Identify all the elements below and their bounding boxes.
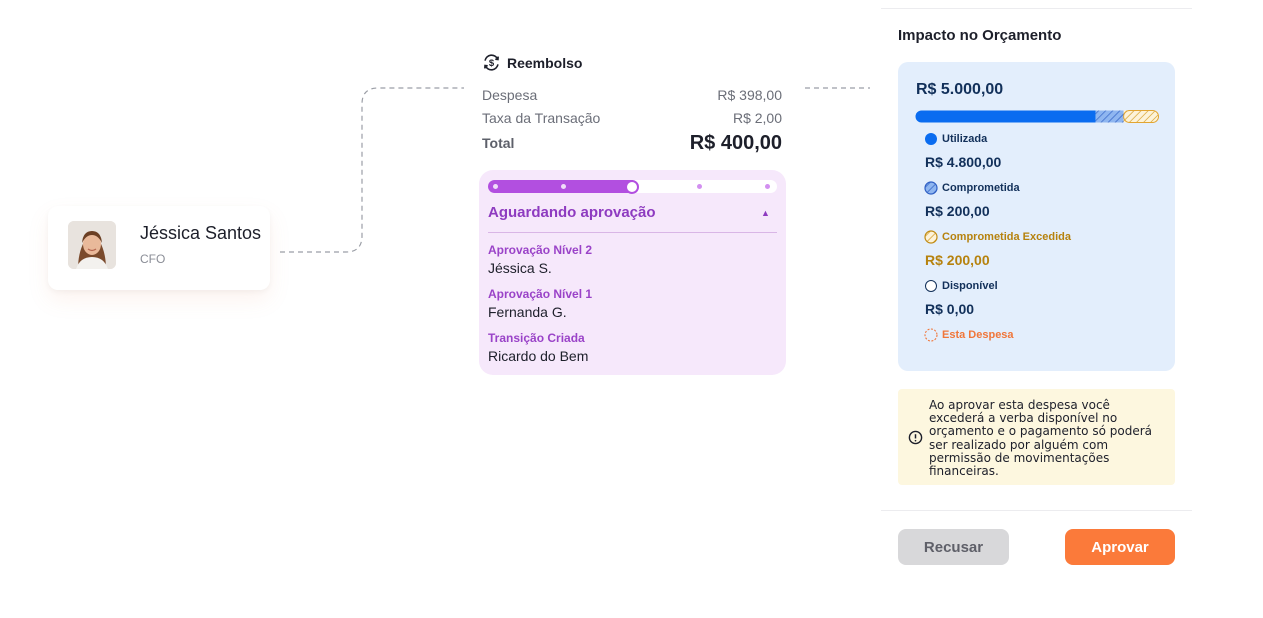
reject-button[interactable]: Recusar xyxy=(898,529,1009,565)
profile-name: Jéssica Santos xyxy=(140,223,262,243)
progress-current-marker xyxy=(625,179,639,194)
approval-step-approver: Ricardo do Bem xyxy=(488,348,589,364)
divider xyxy=(881,8,1192,9)
budget-impact-title: Impacto no Orçamento xyxy=(898,27,1062,44)
progress-step-dot xyxy=(697,184,702,189)
legend-label-this-expense: Esta Despesa xyxy=(942,329,1014,341)
budget-bar-committed xyxy=(1095,110,1124,123)
divider xyxy=(488,232,777,233)
divider xyxy=(881,510,1192,511)
approval-step-label: Aprovação Nível 2 xyxy=(488,243,593,257)
legend-label-used: Utilizada xyxy=(942,133,988,145)
svg-text:$: $ xyxy=(489,58,495,69)
legend-label-available: Disponível xyxy=(942,280,998,292)
legend-label-committed: Comprometida xyxy=(942,182,1020,194)
fee-label: Taxa da Transação xyxy=(482,110,601,126)
exceeded-legend-icon xyxy=(924,230,938,244)
approval-progress-bar xyxy=(488,179,777,194)
approval-step-approver: Jéssica S. xyxy=(488,260,552,276)
warning-icon xyxy=(908,430,923,445)
used-legend-icon xyxy=(925,133,937,145)
reimbursement-title: Reembolso xyxy=(507,54,583,71)
progress-step-dot xyxy=(493,184,498,189)
total-value: R$ 400,00 xyxy=(689,132,782,154)
budget-total: R$ 5.000,00 xyxy=(916,81,1004,98)
approval-step-approver: Fernanda G. xyxy=(488,304,567,320)
expense-value: R$ 398,00 xyxy=(717,87,782,103)
committed-legend-icon xyxy=(924,181,938,195)
warning-message: Ao aprovar esta despesa você excederá a … xyxy=(929,398,1152,479)
legend-value-committed: R$ 200,00 xyxy=(925,203,990,219)
budget-usage-bar xyxy=(915,110,1159,123)
approval-status: Aguardando aprovação xyxy=(488,204,656,221)
available-legend-icon xyxy=(925,280,937,292)
profile-role: CFO xyxy=(140,252,166,266)
budget-bar-used xyxy=(915,110,1096,123)
avatar xyxy=(68,221,116,269)
refund-icon: $ xyxy=(484,54,499,71)
legend-value-exceeded: R$ 200,00 xyxy=(925,252,990,268)
legend-value-used: R$ 4.800,00 xyxy=(925,154,1002,170)
expense-label: Despesa xyxy=(482,87,538,103)
profile-card: Jéssica Santos CFO xyxy=(48,206,270,290)
total-label: Total xyxy=(482,135,515,151)
budget-warning-alert: Ao aprovar esta despesa você excederá a … xyxy=(898,389,1175,485)
approval-step-label: Aprovação Nível 1 xyxy=(488,287,593,301)
approval-status-panel[interactable]: Aguardando aprovação ▲ Aprovação Nível 2… xyxy=(479,170,786,375)
fee-value: R$ 2,00 xyxy=(732,110,782,126)
chevron-up-icon[interactable]: ▲ xyxy=(761,208,770,218)
approve-button[interactable]: Aprovar xyxy=(1065,529,1175,565)
this-expense-legend-icon xyxy=(924,328,938,342)
legend-value-available: R$ 0,00 xyxy=(925,301,975,317)
approval-step-label: Transição Criada xyxy=(488,331,585,345)
legend-label-exceeded: Comprometida Excedida xyxy=(942,231,1071,243)
reimbursement-header: $ Reembolso xyxy=(482,53,582,72)
budget-impact-card: R$ 5.000,00 Utilizada R$ 4.800,00 Compro… xyxy=(898,62,1175,371)
progress-step-dot xyxy=(765,184,770,189)
progress-step-dot xyxy=(561,184,566,189)
